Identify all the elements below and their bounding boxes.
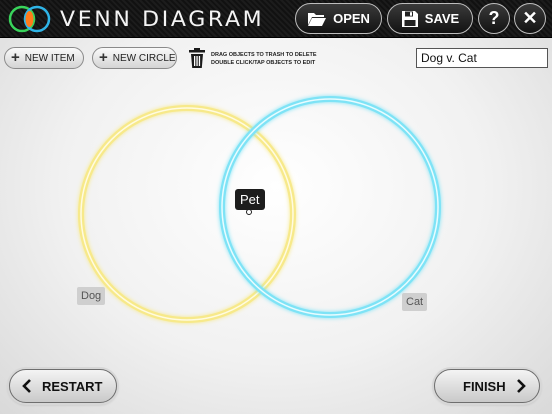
instructions-line-1: DRAG OBJECTS TO TRASH TO DELETE (211, 52, 317, 58)
floppy-disk-icon (401, 10, 418, 27)
save-button[interactable]: SAVE (387, 3, 473, 34)
app-title: Venn Diagram (60, 7, 265, 31)
restart-button[interactable]: RESTART (9, 369, 117, 403)
dog-circle-label[interactable]: Dog (77, 287, 106, 305)
instructions-text: DRAG OBJECTS TO TRASH TO DELETE DOUBLE C… (211, 51, 317, 67)
new-circle-button[interactable]: + NEW CIRCLE (92, 47, 177, 69)
open-button[interactable]: OPEN (295, 3, 382, 34)
restart-label: RESTART (42, 378, 103, 394)
new-item-label: NEW ITEM (24, 52, 75, 64)
help-button[interactable]: ? (478, 3, 510, 34)
top-bar: Venn Diagram OPEN SAVE ? ✕ (0, 0, 552, 38)
venn-logo-icon (8, 5, 51, 33)
diagram-title-input[interactable] (416, 48, 548, 68)
save-label: SAVE (424, 11, 460, 26)
chevron-right-icon (516, 379, 526, 393)
open-label: OPEN (333, 11, 370, 26)
plus-icon: + (99, 49, 108, 66)
help-label: ? (488, 8, 500, 28)
finish-label: FINISH (463, 378, 506, 394)
plus-icon: + (11, 49, 20, 66)
trash-icon[interactable] (188, 47, 206, 69)
close-button[interactable]: ✕ (514, 3, 546, 34)
instructions-line-2: DOUBLE CLICK/TAP OBJECTS TO EDIT (211, 60, 316, 66)
diagram-canvas[interactable] (0, 72, 552, 362)
item-pin-icon (245, 206, 253, 215)
folder-open-icon (308, 12, 327, 26)
new-circle-label: NEW CIRCLE (112, 52, 176, 64)
close-icon: ✕ (522, 8, 538, 28)
new-item-button[interactable]: + NEW ITEM (4, 47, 84, 69)
finish-button[interactable]: FINISH (434, 369, 540, 403)
cat-circle-label[interactable]: Cat (402, 293, 428, 311)
chevron-left-icon (22, 379, 31, 393)
